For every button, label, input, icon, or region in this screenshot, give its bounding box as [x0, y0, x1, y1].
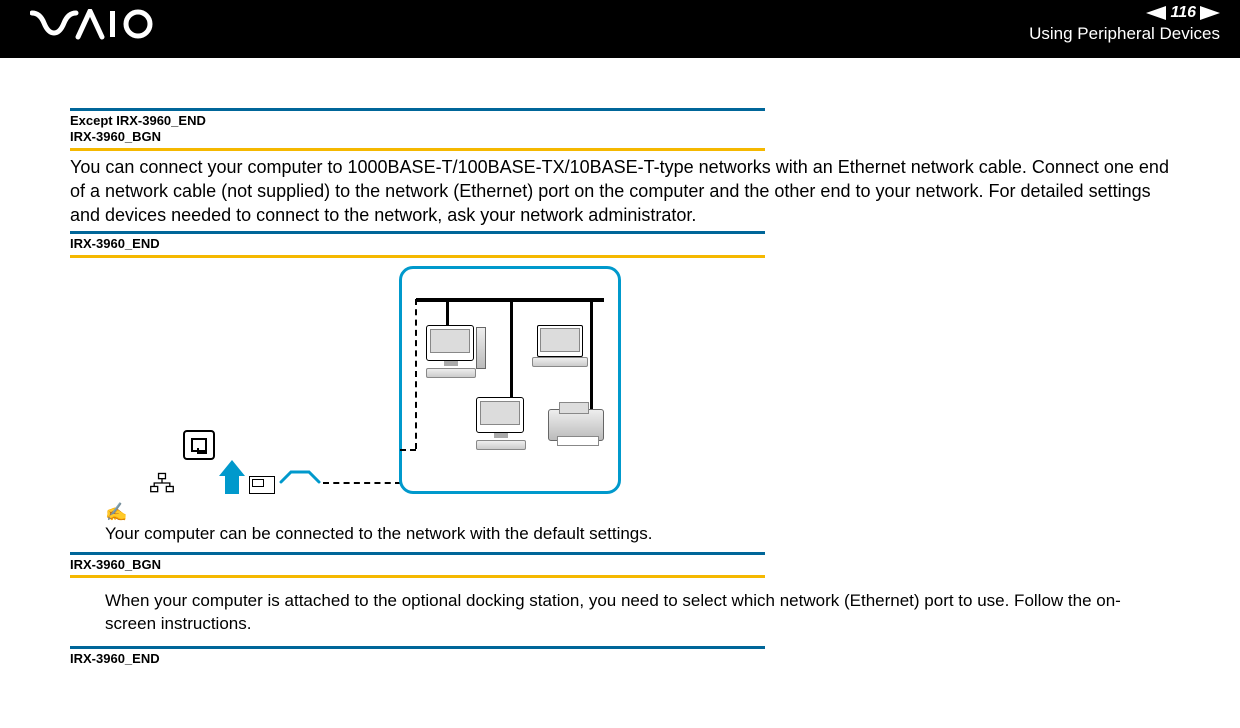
- divider-yellow: [70, 255, 765, 258]
- cable: [590, 299, 593, 409]
- desktop-2: [476, 397, 526, 450]
- note-block: ✍ Your computer can be connected to the …: [105, 502, 1170, 546]
- page-content: Except IRX-3960_END IRX-3960_BGN You can…: [0, 58, 1240, 679]
- bridge-icon: [279, 468, 321, 484]
- cable: [510, 299, 513, 399]
- page-nav: 116: [1029, 3, 1220, 24]
- tag-text: Except IRX-3960_END: [70, 113, 1170, 129]
- tag-label-4: IRX-3960_END: [70, 649, 1170, 669]
- nav-next-icon[interactable]: [1200, 6, 1220, 20]
- header-right: 116 Using Peripheral Devices: [1029, 3, 1220, 46]
- up-arrow-icon: [219, 460, 245, 494]
- vaio-logo: [30, 8, 160, 50]
- page-header: 116 Using Peripheral Devices: [0, 0, 1240, 58]
- nav-prev-icon[interactable]: [1146, 6, 1166, 20]
- desktop-1: [426, 325, 476, 378]
- note-text: Your computer can be connected to the ne…: [105, 523, 1170, 546]
- tag-label-1: Except IRX-3960_END IRX-3960_BGN: [70, 111, 1170, 148]
- divider-yellow: [70, 575, 765, 578]
- divider-yellow: [70, 148, 765, 151]
- section-title: Using Peripheral Devices: [1029, 23, 1220, 45]
- body-paragraph-2: When your computer is attached to the op…: [105, 590, 1170, 636]
- tag-label-3: IRX-3960_BGN: [70, 555, 1170, 575]
- printer: [548, 409, 604, 441]
- page-number: 116: [1170, 3, 1196, 24]
- vaio-logo-svg: [30, 9, 160, 41]
- body-paragraph-1: You can connect your computer to 1000BAS…: [70, 155, 1170, 228]
- cable-out-h: [400, 449, 416, 451]
- network-symbol-icon: [149, 472, 175, 494]
- modem-icon: [249, 476, 275, 494]
- connection-line: [323, 482, 401, 484]
- network-lan-box: [399, 266, 621, 494]
- cable: [446, 299, 449, 325]
- tag-text: IRX-3960_BGN: [70, 129, 1170, 145]
- laptop-1: [532, 325, 588, 367]
- icon-row: [145, 460, 275, 494]
- network-diagram: [145, 266, 1170, 494]
- ethernet-port-icon: [183, 430, 215, 460]
- tag-label-2: IRX-3960_END: [70, 234, 1170, 254]
- cable-out-v: [415, 299, 417, 449]
- note-icon: ✍: [105, 502, 1170, 523]
- port-column: [145, 430, 275, 494]
